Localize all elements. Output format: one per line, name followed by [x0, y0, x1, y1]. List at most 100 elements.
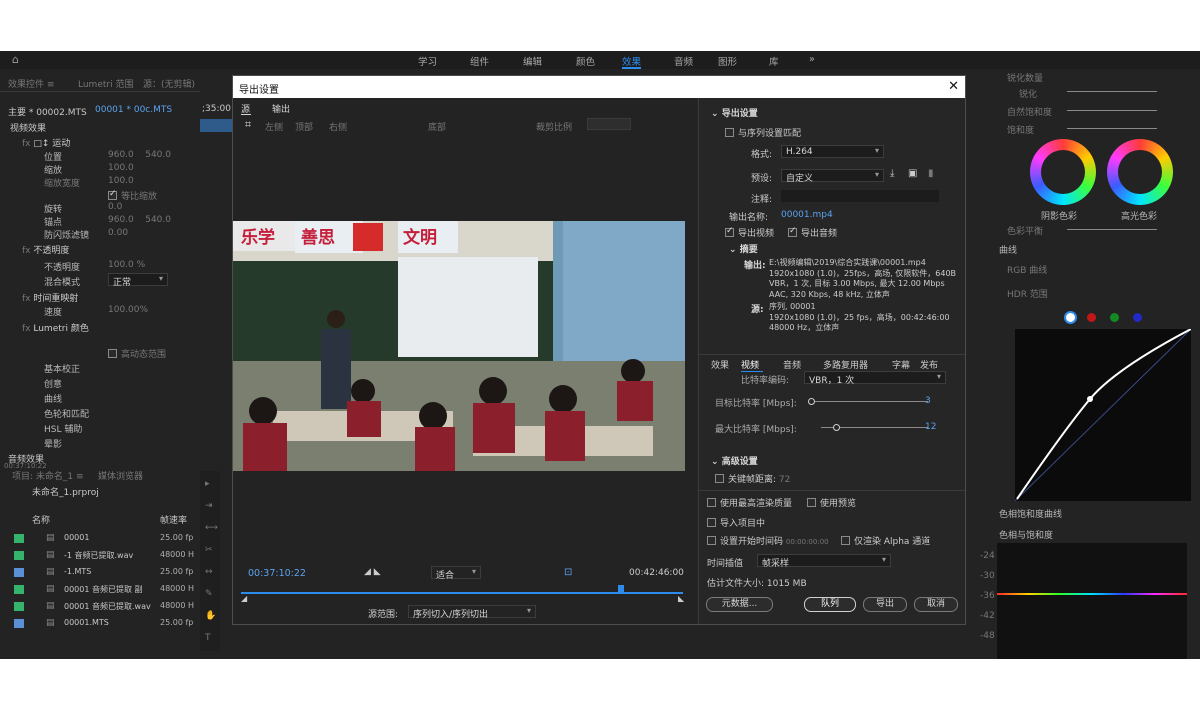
playback-range-bar[interactable]	[241, 592, 683, 594]
save-preset-icon[interactable]: ⤓	[890, 168, 894, 179]
import-preset-icon[interactable]: ▣	[908, 168, 917, 179]
max-render-quality-checkbox[interactable]: 使用最高渲染质量	[707, 496, 792, 509]
column-name[interactable]: 名称	[32, 513, 50, 526]
export-button[interactable]: 导出	[863, 597, 907, 612]
prop-anchor-values[interactable]: 960.0 540.0	[108, 215, 171, 225]
lumetri-curves[interactable]: 曲线	[44, 392, 62, 405]
mark-in-icon[interactable]: ◢ ◣	[364, 567, 381, 577]
curve-channel-blue[interactable]	[1133, 313, 1142, 322]
keyframe-distance-checkbox[interactable]: 关键帧距离: 72	[715, 472, 790, 485]
tab-source[interactable]: 源：(无剪辑)	[143, 77, 195, 90]
workspace-tab-effects[interactable]: 效果	[622, 54, 642, 69]
select-tool-icon[interactable]: ▸	[205, 479, 210, 489]
workspace-tab-audio[interactable]: 音频	[674, 54, 693, 68]
settings-tab-audio[interactable]: 音频	[783, 358, 801, 371]
advanced-settings-section[interactable]: ⌄ 高级设置	[711, 454, 758, 467]
export-settings-section[interactable]: ⌄ 导出设置	[711, 106, 758, 119]
target-bitrate-knob[interactable]	[808, 398, 815, 405]
crop-icon[interactable]: ⌗	[245, 118, 251, 132]
queue-button[interactable]: 队列	[804, 597, 856, 612]
label-color-swatch[interactable]	[14, 534, 24, 543]
use-previews-checkbox[interactable]: 使用预览	[807, 496, 856, 509]
render-alpha-checkbox[interactable]: 仅渲染 Alpha 通道	[841, 534, 930, 547]
track-select-icon[interactable]: ⇥	[205, 501, 213, 511]
range-end-handle[interactable]: ◣	[678, 594, 684, 603]
source-in-timecode[interactable]: 00:37:10:22	[248, 568, 306, 579]
label-color-swatch[interactable]	[14, 585, 24, 594]
prop-anti-flicker-value[interactable]: 0.00	[108, 228, 128, 238]
lumetri-basic[interactable]: 基本校正	[44, 362, 80, 375]
home-icon[interactable]: ⌂	[12, 53, 19, 66]
prop-opacity-value[interactable]: 100.0 %	[108, 260, 145, 270]
export-video-checkbox[interactable]: 导出视频	[725, 226, 774, 239]
prop-speed-value[interactable]: 100.00%	[108, 305, 148, 315]
rgb-curves-toggle[interactable]: RGB 曲线	[1007, 263, 1047, 276]
settings-tab-publish[interactable]: 发布	[920, 358, 938, 371]
type-tool-icon[interactable]: T	[205, 633, 211, 643]
cancel-button[interactable]: 取消	[914, 597, 958, 612]
workspace-tab-editing[interactable]: 编辑	[523, 54, 542, 68]
prop-scale-width-value[interactable]: 100.0	[108, 176, 134, 186]
settings-tab-captions[interactable]: 字幕	[892, 358, 910, 371]
rgb-curve-graph[interactable]	[1015, 329, 1191, 501]
tab-effect-controls[interactable]: 效果控件 ≡	[8, 77, 54, 90]
label-color-swatch[interactable]	[14, 568, 24, 577]
hand-tool-icon[interactable]: ✋	[205, 611, 216, 621]
max-bitrate-value[interactable]: 12	[925, 422, 936, 432]
settings-tab-video[interactable]: 视频	[741, 358, 759, 371]
clip-bar[interactable]	[200, 119, 232, 132]
settings-tab-effects[interactable]: 效果	[711, 358, 729, 371]
project-item[interactable]: ▤ 00001 25.00 fp	[0, 531, 200, 547]
settings-tab-multiplexer[interactable]: 多路复用器	[823, 358, 868, 371]
crop-ratio-select[interactable]	[587, 118, 631, 130]
project-item[interactable]: ▤ 00001.MTS 25.00 fp	[0, 616, 200, 632]
label-color-swatch[interactable]	[14, 602, 24, 611]
curve-channel-white[interactable]	[1064, 311, 1077, 324]
safe-margins-icon[interactable]: ⊡	[564, 567, 572, 578]
source-range-select[interactable]: 序列切入/序列切出 ▾	[408, 605, 536, 620]
tab-media-browser[interactable]: 媒体浏览器	[98, 469, 143, 482]
max-bitrate-knob[interactable]	[833, 424, 840, 431]
fx-time-remap[interactable]: fx 时间重映射	[22, 291, 78, 304]
ripple-edit-icon[interactable]: ⟷	[205, 523, 218, 533]
shadow-color-wheel[interactable]	[1030, 139, 1096, 205]
prop-position-values[interactable]: 960.0 540.0	[108, 150, 171, 160]
prop-scale-value[interactable]: 100.0	[108, 163, 134, 173]
label-color-swatch[interactable]	[14, 619, 24, 628]
target-bitrate-slider[interactable]	[808, 401, 928, 402]
curve-channel-green[interactable]	[1110, 313, 1119, 322]
lumetri-color-wheels[interactable]: 色轮和匹配	[44, 407, 89, 420]
workspace-tab-libraries[interactable]: 库	[769, 54, 779, 68]
set-start-timecode-checkbox[interactable]: 设置开始时间码 00:00:00:00	[707, 534, 829, 547]
match-sequence-checkbox[interactable]: 与序列设置匹配	[725, 126, 801, 139]
tab-project[interactable]: 项目: 未命名_1 ≡	[12, 469, 84, 482]
close-icon[interactable]: ✕	[948, 79, 959, 94]
workspace-tab-assembly[interactable]: 组件	[470, 54, 489, 68]
label-color-swatch[interactable]	[14, 551, 24, 560]
pen-tool-icon[interactable]: ✎	[205, 589, 213, 599]
target-bitrate-value[interactable]: 3	[925, 396, 931, 406]
playhead[interactable]	[618, 585, 624, 593]
format-select[interactable]: H.264 ▾	[781, 145, 884, 158]
workspace-tab-graphics[interactable]: 图形	[718, 54, 737, 68]
curve-channel-red[interactable]	[1087, 313, 1096, 322]
fx-lumetri[interactable]: fx Lumetri 颜色	[22, 321, 89, 334]
comment-input[interactable]	[781, 190, 939, 202]
blend-mode-select[interactable]: 正常 ▾	[108, 273, 168, 288]
project-item[interactable]: ▤ 00001 音频已提取 副 48000 H	[0, 582, 200, 598]
hdr-checkbox[interactable]: 高动态范围	[108, 347, 166, 360]
clip-header[interactable]: 主要 * 00002.MTS	[8, 105, 87, 118]
uniform-scale-checkbox[interactable]: 等比缩放	[108, 189, 157, 202]
time-interpolation-select[interactable]: 帧采样 ▾	[757, 554, 891, 569]
fit-select[interactable]: 适合 ▾	[431, 566, 481, 581]
export-audio-checkbox[interactable]: 导出音频	[788, 226, 837, 239]
workspace-tab-learn[interactable]: 学习	[418, 54, 437, 68]
tab-lumetri-scopes[interactable]: Lumetri 范围	[78, 77, 133, 90]
tab-output-preview[interactable]: 输出	[272, 102, 290, 115]
preset-select[interactable]: 自定义 ▾	[781, 169, 884, 184]
workspace-tab-color[interactable]: 颜色	[576, 54, 595, 68]
sequence-header[interactable]: 00001 * 00c.MTS	[95, 105, 172, 115]
summary-section[interactable]: ⌄ 摘要	[729, 242, 758, 255]
slip-tool-icon[interactable]: ↔	[205, 567, 213, 577]
hue-sat-graph[interactable]	[997, 543, 1187, 659]
